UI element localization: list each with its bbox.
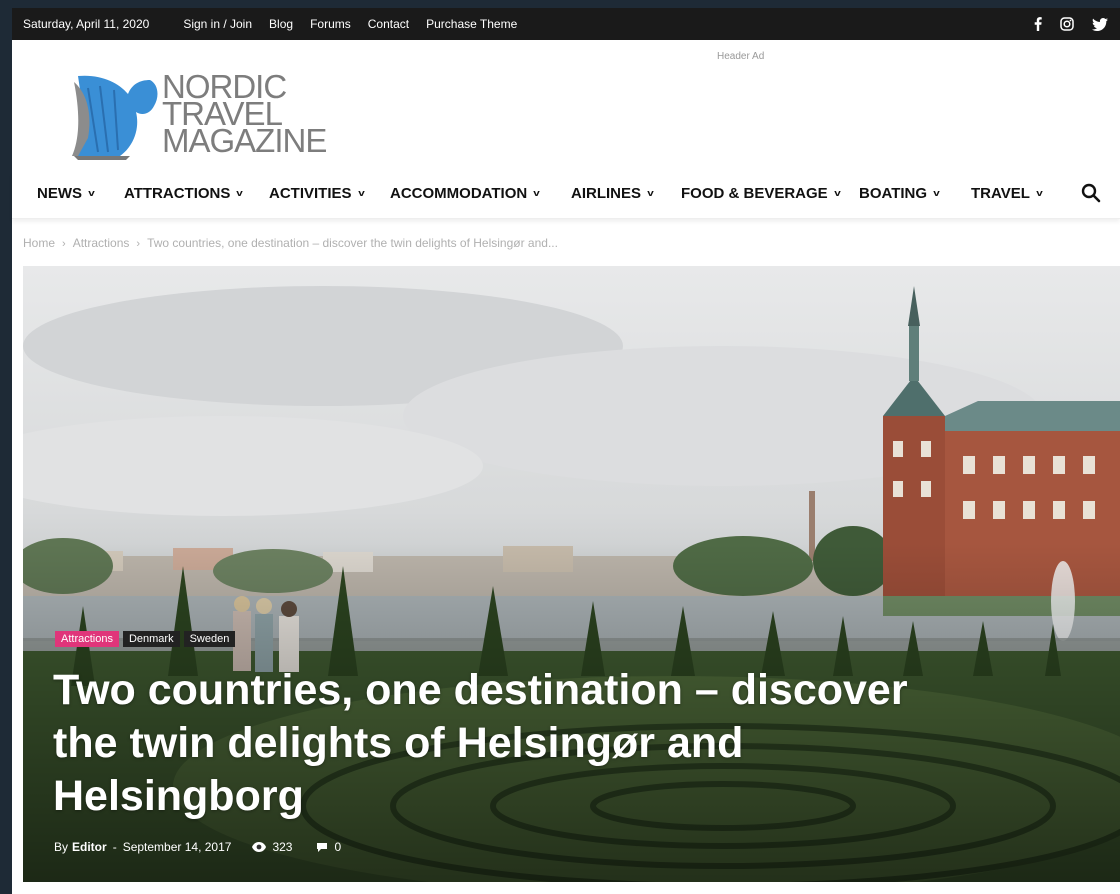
chevron-down-icon: v — [533, 188, 540, 198]
blog-link[interactable]: Blog — [269, 17, 293, 31]
menu-item-travel[interactable]: TRAVEL v — [971, 185, 1043, 202]
views-count: 323 — [252, 840, 292, 854]
header-ad-label: Header Ad — [717, 51, 765, 62]
menu-item-news[interactable]: NEWS v — [37, 185, 95, 202]
chevron-down-icon: v — [933, 188, 940, 198]
views-value: 323 — [272, 840, 293, 854]
breadcrumb-category-link[interactable]: Attractions — [73, 236, 130, 250]
window-frame-top — [0, 0, 1120, 8]
sign-in-link[interactable]: Sign in / Join — [183, 17, 252, 31]
purchase-theme-link[interactable]: Purchase Theme — [426, 17, 517, 31]
breadcrumb-home-link[interactable]: Home — [23, 236, 55, 250]
meta-separator: - — [112, 840, 117, 854]
breadcrumb-separator-icon: › — [62, 238, 66, 250]
menu-item-food-beverage[interactable]: FOOD & BEVERAGE v — [681, 185, 840, 202]
site-logo[interactable]: NORDIC TRAVEL MAGAZINE — [70, 70, 330, 162]
comments-count[interactable]: 0 — [316, 840, 341, 854]
menu-item-label: ACTIVITIES — [269, 185, 352, 202]
menu-item-activities[interactable]: ACTIVITIES v — [269, 185, 364, 202]
hero-image[interactable]: Attractions Denmark Sweden Two countries… — [23, 266, 1120, 882]
chevron-down-icon: v — [236, 188, 244, 198]
main-menu: NEWS v ATTRACTIONS v ACTIVITIES v ACCOMMODA… — [12, 172, 1120, 219]
twitter-icon[interactable] — [1092, 17, 1108, 31]
logo-line-magazine: MAGAZINE — [162, 122, 327, 159]
tag-attractions[interactable]: Attractions — [55, 631, 119, 647]
menu-item-label: ACCOMMODATION — [390, 185, 528, 202]
chevron-down-icon: v — [833, 188, 841, 198]
current-date: Saturday, April 11, 2020 — [23, 17, 150, 31]
chevron-down-icon: v — [357, 188, 365, 198]
instagram-icon[interactable] — [1060, 17, 1074, 31]
author-link[interactable]: Editor — [72, 840, 107, 854]
article-title: Two countries, one destination – discove… — [53, 666, 908, 820]
menu-item-boating[interactable]: BOATING v — [859, 185, 940, 202]
contact-link[interactable]: Contact — [368, 17, 409, 31]
chevron-down-icon: v — [1036, 188, 1043, 198]
tag-sweden[interactable]: Sweden — [183, 631, 236, 647]
breadcrumb-current: Two countries, one destination – discove… — [147, 236, 558, 250]
menu-item-accommodation[interactable]: ACCOMMODATION v — [390, 185, 540, 202]
eye-icon — [252, 842, 267, 852]
top-bar: Saturday, April 11, 2020 Sign in / Join … — [12, 8, 1120, 40]
byline-prefix: By — [54, 840, 69, 854]
menu-item-label: FOOD & BEVERAGE — [681, 185, 828, 202]
chevron-down-icon: v — [88, 188, 95, 198]
viking-ship-logo-icon — [72, 75, 158, 160]
menu-item-label: NEWS — [37, 185, 82, 202]
article-tags: Attractions Denmark Sweden — [55, 631, 236, 647]
facebook-icon[interactable] — [1034, 17, 1042, 31]
chevron-down-icon: v — [647, 188, 654, 198]
menu-item-label: BOATING — [859, 185, 928, 202]
search-icon[interactable] — [1081, 183, 1101, 208]
breadcrumb-separator-icon: › — [136, 238, 141, 250]
comments-value: 0 — [334, 840, 342, 854]
article-meta: By Editor - September 14, 2017 323 0 — [54, 840, 341, 854]
breadcrumb: Home › Attractions › Two countries, one dest… — [23, 236, 558, 250]
publish-date: September 14, 2017 — [122, 840, 232, 854]
window-frame-left — [0, 0, 12, 894]
menu-item-label: AIRLINES — [571, 185, 642, 202]
menu-item-airlines[interactable]: AIRLINES v — [571, 185, 654, 202]
forums-link[interactable]: Forums — [310, 17, 351, 31]
social-links — [1034, 8, 1108, 40]
menu-item-label: ATTRACTIONS — [124, 185, 231, 202]
tag-denmark[interactable]: Denmark — [122, 631, 180, 647]
menu-item-attractions[interactable]: ATTRACTIONS v — [124, 185, 244, 202]
logo-wordmark: NORDIC TRAVEL MAGAZINE — [162, 70, 327, 159]
menu-item-label: TRAVEL — [971, 185, 1030, 202]
comment-icon — [317, 842, 328, 852]
